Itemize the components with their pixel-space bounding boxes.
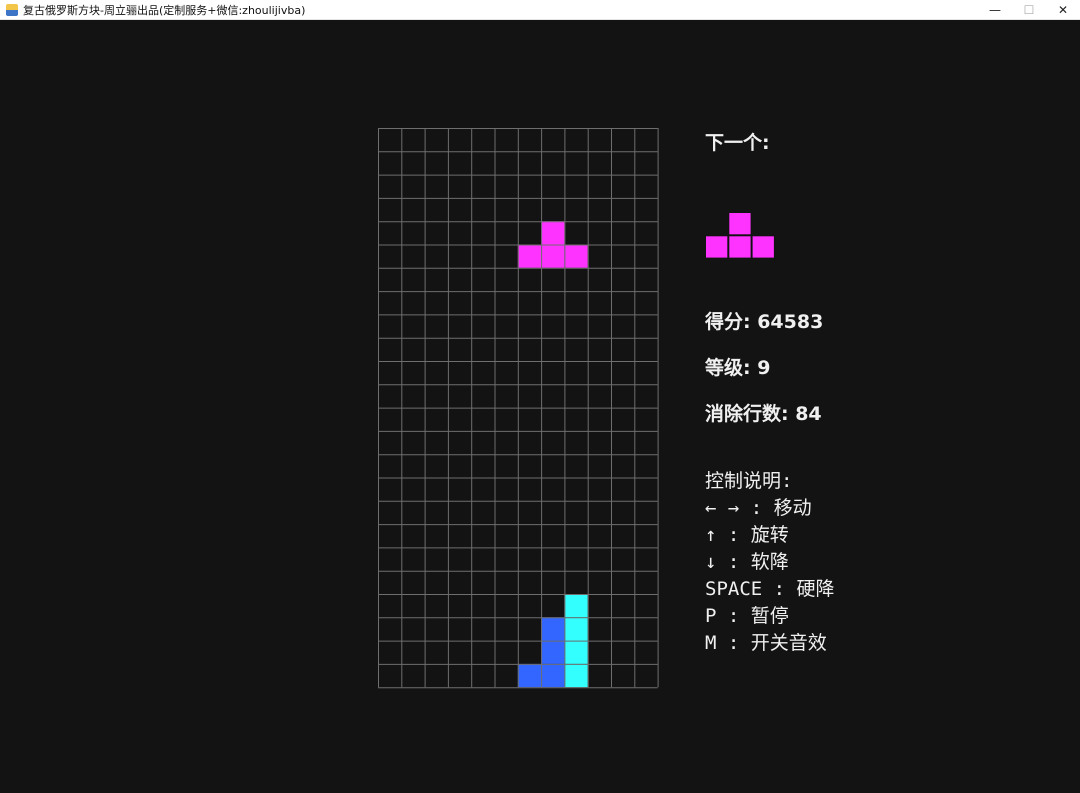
board-block [541, 244, 565, 268]
board-block [564, 594, 588, 618]
title-bar: 复古俄罗斯方块-周立骊出品(定制服务+微信:zhoulijivba) — ☐ ✕ [0, 0, 1080, 20]
board-block [517, 663, 542, 688]
game-board [378, 128, 659, 689]
board-block [541, 617, 565, 641]
close-button[interactable]: ✕ [1046, 0, 1080, 20]
next-piece-block [705, 235, 729, 259]
next-piece-block [728, 235, 752, 259]
minimize-button[interactable]: — [978, 0, 1012, 20]
control-hard-drop: SPACE : 硬降 [705, 578, 835, 600]
control-soft-drop: ↓ : 软降 [705, 551, 789, 573]
window-controls: — ☐ ✕ [978, 0, 1080, 20]
board-block [564, 640, 588, 664]
next-piece-label: 下一个: [705, 132, 770, 154]
control-pause: P : 暂停 [705, 605, 789, 627]
lines-cleared-display: 消除行数: 84 [705, 403, 822, 425]
next-piece-preview [705, 212, 775, 259]
controls-help: 控制说明: ← → : 移动 ↑ : 旋转 ↓ : 软降 SPACE : 硬降 … [705, 468, 835, 657]
board-block [541, 640, 565, 664]
controls-title: 控制说明: [705, 470, 793, 492]
board-block [517, 244, 542, 268]
maximize-button[interactable]: ☐ [1012, 0, 1046, 20]
next-piece-block [728, 212, 752, 236]
app-icon [6, 3, 18, 16]
board-block [564, 617, 588, 641]
board-block [564, 663, 588, 688]
score-display: 得分: 64583 [705, 311, 824, 333]
level-display: 等级: 9 [705, 357, 771, 379]
window-title: 复古俄罗斯方块-周立骊出品(定制服务+微信:zhoulijivba) [23, 3, 306, 17]
control-rotate: ↑ : 旋转 [705, 524, 789, 546]
board-block [564, 244, 588, 268]
board-block [541, 221, 565, 245]
next-piece-block [751, 235, 775, 259]
control-move: ← → : 移动 [705, 497, 812, 519]
board-block [541, 663, 565, 688]
board-grid [378, 128, 659, 689]
control-sound: M : 开关音效 [705, 632, 827, 654]
